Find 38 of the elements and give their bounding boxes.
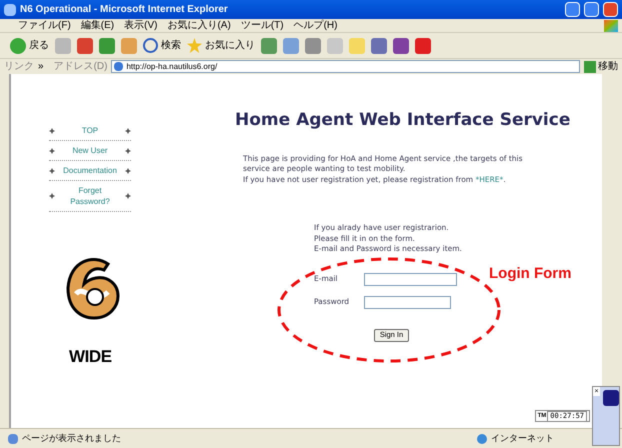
status-text: ページが表示されました — [22, 432, 122, 445]
star-icon — [187, 38, 202, 53]
address-label: アドレス(D) — [54, 60, 108, 74]
bullet-icon — [49, 168, 55, 174]
menu-item[interactable]: お気に入り(A) — [167, 20, 231, 32]
nav-link[interactable]: Forget Password? — [60, 185, 120, 207]
menu-item[interactable]: ファイル(F) — [18, 20, 71, 32]
bullet-icon — [125, 128, 131, 134]
menu-item[interactable]: 表示(V) — [124, 20, 158, 32]
menu-item[interactable]: ツール(T) — [240, 20, 284, 32]
nav-link[interactable]: Documentation — [60, 165, 120, 176]
bullet-icon — [49, 148, 55, 154]
bullet-icon — [49, 193, 55, 199]
bullet-icon — [49, 128, 55, 134]
page-heading: Home Agent Web Interface Service — [235, 109, 572, 132]
nav-link[interactable]: TOP — [60, 125, 120, 136]
zone-text: インターネット — [491, 432, 554, 445]
close-button[interactable] — [603, 2, 618, 17]
search-button[interactable]: 検索 — [143, 38, 181, 53]
bullet-icon — [125, 168, 131, 174]
nav-link[interactable]: New User — [60, 145, 120, 156]
logo-wordmark: WIDE — [69, 346, 113, 368]
go-button[interactable]: 移動 — [584, 59, 618, 74]
maximize-button[interactable] — [584, 2, 599, 17]
windows-logo-icon — [604, 20, 618, 32]
chevron[interactable]: » — [38, 59, 44, 74]
annotation-label: Login Form — [489, 264, 572, 284]
minimize-button[interactable] — [565, 2, 580, 17]
menu-item[interactable]: 編集(E) — [80, 20, 114, 32]
menu-item[interactable]: ヘルプ(H) — [294, 20, 338, 32]
address-field[interactable]: http://op-ha.nautilus6.org/ — [111, 60, 580, 73]
back-button[interactable]: 戻る — [10, 38, 49, 54]
favorites-button[interactable]: お気に入り — [187, 38, 255, 53]
window-title: N6 Operational - Microsoft Internet Explorer — [20, 3, 229, 17]
input-field[interactable] — [364, 296, 451, 308]
bullet-icon — [125, 193, 131, 199]
bullet-icon — [125, 148, 131, 154]
input-field[interactable] — [364, 272, 457, 286]
